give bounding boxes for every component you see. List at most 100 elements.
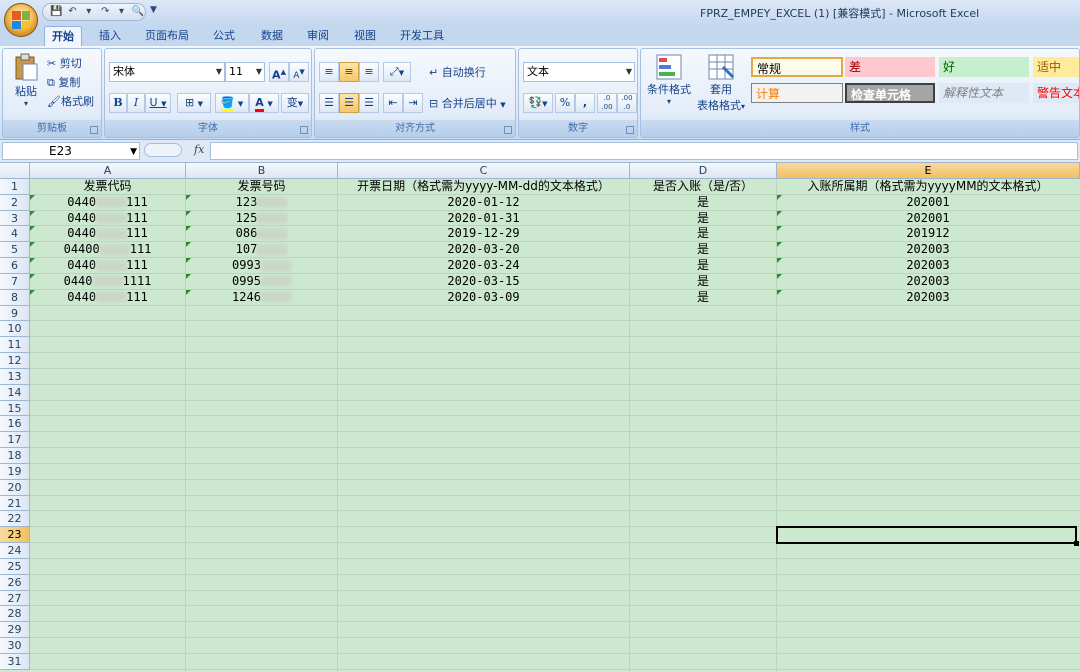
error-indicator-icon[interactable] (30, 194, 35, 200)
style-explanatory[interactable]: 解释性文本 (939, 83, 1029, 103)
col-header-a[interactable]: A (30, 163, 186, 179)
header-period[interactable]: 入账所属期（格式需为yyyyMM的文本格式） (777, 179, 1079, 195)
number-format-dropdown[interactable]: 文本 ▼ (523, 62, 635, 82)
col-header-e[interactable]: E (777, 163, 1080, 179)
increase-indent-button[interactable]: ⇥ (403, 93, 423, 113)
error-indicator-icon[interactable] (777, 226, 782, 232)
error-indicator-icon[interactable] (30, 226, 35, 232)
error-indicator-icon[interactable] (30, 273, 35, 279)
cell-invoice-code[interactable]: 0440 111 (30, 195, 185, 211)
row-header[interactable]: 26 (0, 574, 30, 591)
row-header[interactable]: 20 (0, 479, 30, 496)
error-indicator-icon[interactable] (777, 194, 782, 200)
align-left-button[interactable]: ☰ (319, 93, 339, 113)
formula-bar-grip[interactable] (144, 143, 182, 157)
phonetic-button[interactable]: 变▼ (281, 93, 309, 113)
cell-invoice-code[interactable]: 0440 111 (30, 211, 185, 227)
cell-period[interactable]: 201912 (777, 226, 1079, 242)
orientation-button[interactable]: ⤢▼ (383, 62, 411, 82)
font-size-dropdown[interactable]: 11 ▼ (225, 62, 265, 82)
dialog-launcher-icon[interactable] (300, 126, 308, 134)
header-issue-date[interactable]: 开票日期（格式需为yyyy-MM-dd的文本格式） (338, 179, 629, 195)
row-header[interactable]: 12 (0, 353, 30, 369)
row-header[interactable]: 16 (0, 416, 30, 433)
style-bad[interactable]: 差 (845, 57, 935, 77)
underline-button[interactable]: U ▼ (145, 93, 171, 113)
tab-formulas[interactable]: 公式 (204, 26, 244, 46)
cell-issue-date[interactable]: 2020-01-31 (338, 211, 629, 227)
percent-button[interactable]: % (555, 93, 575, 113)
row-header[interactable]: 11 (0, 337, 30, 354)
row-header[interactable]: 5 (0, 242, 30, 259)
cut-button[interactable]: ✂ 剪切 (47, 55, 82, 71)
borders-button[interactable]: ⊞ ▼ (177, 93, 211, 113)
col-header-b[interactable]: B (186, 163, 338, 179)
row-header[interactable]: 18 (0, 448, 30, 464)
style-normal[interactable]: 常规 (751, 57, 843, 77)
cell-invoice-number[interactable]: 0993 (186, 258, 337, 274)
error-indicator-icon[interactable] (186, 194, 191, 200)
cell-invoice-code[interactable]: 04400 111 (30, 242, 185, 258)
cell-issue-date[interactable]: 2020-03-24 (338, 258, 629, 274)
style-warning[interactable]: 警告文本 (1033, 83, 1079, 103)
col-header-d[interactable]: D (630, 163, 777, 179)
dialog-launcher-icon[interactable] (626, 126, 634, 134)
row-header[interactable]: 30 (0, 638, 30, 654)
row-header[interactable]: 31 (0, 653, 30, 670)
tab-developer[interactable]: 开发工具 (393, 26, 451, 46)
error-indicator-icon[interactable] (30, 210, 35, 216)
office-button[interactable] (4, 3, 38, 37)
row-header[interactable]: 9 (0, 305, 30, 322)
row-header[interactable]: 22 (0, 511, 30, 528)
align-center-button[interactable]: ☰ (339, 93, 359, 113)
row-header[interactable]: 29 (0, 622, 30, 639)
error-indicator-icon[interactable] (186, 210, 191, 216)
merge-center-button[interactable]: ⊟ 合并后居中 ▼ (429, 95, 506, 111)
cell-period[interactable]: 202003 (777, 242, 1079, 258)
undo-icon[interactable]: ↶ (65, 5, 79, 19)
style-calculation[interactable]: 计算 (751, 83, 843, 103)
cell-issue-date[interactable]: 2020-01-12 (338, 195, 629, 211)
error-indicator-icon[interactable] (186, 273, 191, 279)
error-indicator-icon[interactable] (777, 242, 782, 248)
col-header-c[interactable]: C (338, 163, 630, 179)
row-header[interactable]: 13 (0, 368, 30, 385)
align-right-button[interactable]: ☰ (359, 93, 379, 113)
row-header[interactable]: 17 (0, 432, 30, 449)
cell-recorded[interactable]: 是 (630, 211, 776, 227)
cell-recorded[interactable]: 是 (630, 242, 776, 258)
middle-align-button[interactable]: ≡ (339, 62, 359, 82)
name-box[interactable]: E23 ▼ (2, 142, 140, 160)
header-recorded[interactable]: 是否入账（是/否） (630, 179, 776, 195)
error-indicator-icon[interactable] (777, 258, 782, 264)
cell-period[interactable]: 202001 (777, 195, 1079, 211)
cell-invoice-code[interactable]: 0440 1111 (30, 274, 185, 290)
row-header[interactable]: 24 (0, 543, 30, 559)
cell-invoice-code[interactable]: 0440 111 (30, 290, 185, 306)
italic-button[interactable]: I (127, 93, 145, 113)
error-indicator-icon[interactable] (777, 273, 782, 279)
cell-invoice-number[interactable]: 107 (186, 242, 337, 258)
row-header[interactable]: 4 (0, 226, 30, 243)
error-indicator-icon[interactable] (186, 242, 191, 248)
cell-invoice-number[interactable]: 0995 (186, 274, 337, 290)
undo-dropdown-icon[interactable]: ▾ (82, 5, 96, 19)
insert-function-button[interactable]: fx (194, 143, 204, 156)
active-cell-selection[interactable] (776, 526, 1077, 545)
row-header[interactable]: 23 (0, 527, 30, 544)
accounting-format-button[interactable]: 💱▼ (523, 93, 553, 113)
row-header[interactable]: 14 (0, 384, 30, 401)
tab-review[interactable]: 审阅 (298, 26, 338, 46)
top-align-button[interactable]: ≡ (319, 62, 339, 82)
row-header[interactable]: 27 (0, 590, 30, 607)
print-preview-icon[interactable]: 🔍 (131, 5, 145, 19)
paste-dropdown-icon[interactable]: ▾ (9, 99, 43, 108)
error-indicator-icon[interactable] (777, 289, 782, 295)
style-neutral[interactable]: 适中 (1033, 57, 1079, 77)
decrease-decimal-button[interactable]: .00 .0 (617, 93, 637, 113)
cell-recorded[interactable]: 是 (630, 258, 776, 274)
formula-input[interactable] (210, 142, 1078, 160)
cell-period[interactable]: 202003 (777, 258, 1079, 274)
fill-color-button[interactable]: 🪣 ▼ (215, 93, 249, 113)
format-painter-button[interactable]: 🖌格式刷 (47, 93, 94, 109)
